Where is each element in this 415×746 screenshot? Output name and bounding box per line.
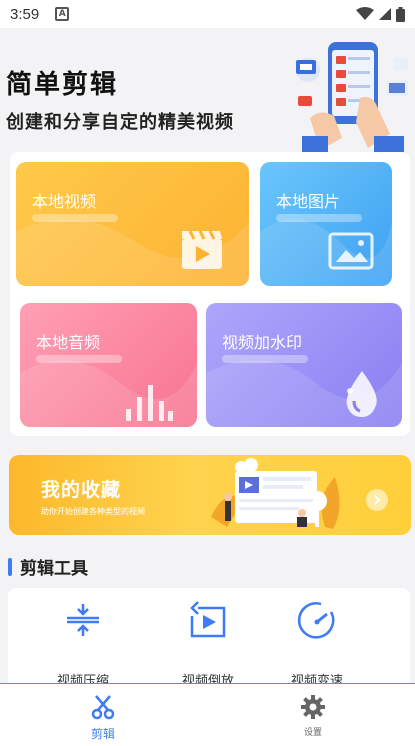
picture-icon — [328, 232, 374, 270]
video-watermark-card[interactable]: 视频加水印 — [206, 303, 402, 427]
battery-icon — [396, 6, 405, 22]
scissors-icon — [91, 695, 115, 720]
bottom-navigation: 剪辑 设置 — [0, 683, 415, 746]
speed-gauge-icon — [297, 602, 335, 639]
compress-icon — [67, 604, 99, 636]
nav-settings-label: 设置 — [303, 728, 322, 738]
status-bar: 3:59 A — [0, 0, 415, 28]
local-audio-label: 本地音频 — [36, 333, 101, 352]
local-audio-card[interactable]: 本地音频 — [20, 303, 197, 427]
audio-bars-icon — [126, 385, 173, 421]
nav-edit-tab[interactable]: 剪辑 — [62, 684, 142, 746]
phone-hand-illustration — [296, 42, 408, 153]
clapperboard-play-icon — [182, 230, 222, 269]
section-accent-bar — [8, 557, 12, 576]
header: 简单剪辑 创建和分享自定的精美视频 — [0, 28, 415, 153]
tools-panel: 视频压缩 视频倒放 视频变速 — [8, 588, 410, 698]
video-speed-tool[interactable]: 视频变速 — [262, 588, 372, 689]
media-panel: 本地视频 本地图片 本地音频 视频加水印 — [10, 152, 410, 436]
reverse-play-icon — [190, 601, 226, 638]
local-image-card[interactable]: 本地图片 — [260, 162, 392, 286]
favorites-title: 我的收藏 — [41, 479, 122, 501]
app-subtitle: 创建和分享自定的精美视频 — [6, 112, 234, 133]
video-compress-tool[interactable]: 视频压缩 — [28, 588, 138, 689]
local-video-card[interactable]: 本地视频 — [16, 162, 249, 286]
label-underline — [222, 355, 308, 363]
favorites-subtitle: 助你开始创建各种类型的视频 — [41, 507, 145, 516]
nav-settings-tab[interactable]: 设置 — [272, 684, 352, 746]
chevron-right-icon[interactable] — [366, 489, 388, 511]
label-underline — [36, 355, 122, 363]
notification-icon: A — [55, 7, 70, 21]
label-underline — [276, 214, 362, 222]
tools-section-header: 剪辑工具 — [8, 554, 88, 579]
video-watermark-label: 视频加水印 — [222, 333, 303, 352]
cellular-signal-icon — [379, 8, 391, 20]
local-video-label: 本地视频 — [32, 192, 97, 211]
label-underline — [32, 214, 118, 222]
gear-icon — [301, 695, 325, 719]
video-reverse-tool[interactable]: 视频倒放 — [153, 588, 263, 689]
tools-section-title: 剪辑工具 — [20, 559, 88, 579]
water-drop-icon — [346, 371, 377, 417]
nav-edit-label: 剪辑 — [90, 727, 115, 741]
local-image-label: 本地图片 — [276, 192, 341, 211]
status-time: 3:59 — [10, 5, 40, 23]
app-title: 简单剪辑 — [6, 70, 119, 100]
wifi-icon — [356, 7, 374, 20]
video-editing-illustration — [211, 458, 340, 529]
my-favorites-banner[interactable]: 我的收藏 助你开始创建各种类型的视频 — [9, 455, 411, 535]
